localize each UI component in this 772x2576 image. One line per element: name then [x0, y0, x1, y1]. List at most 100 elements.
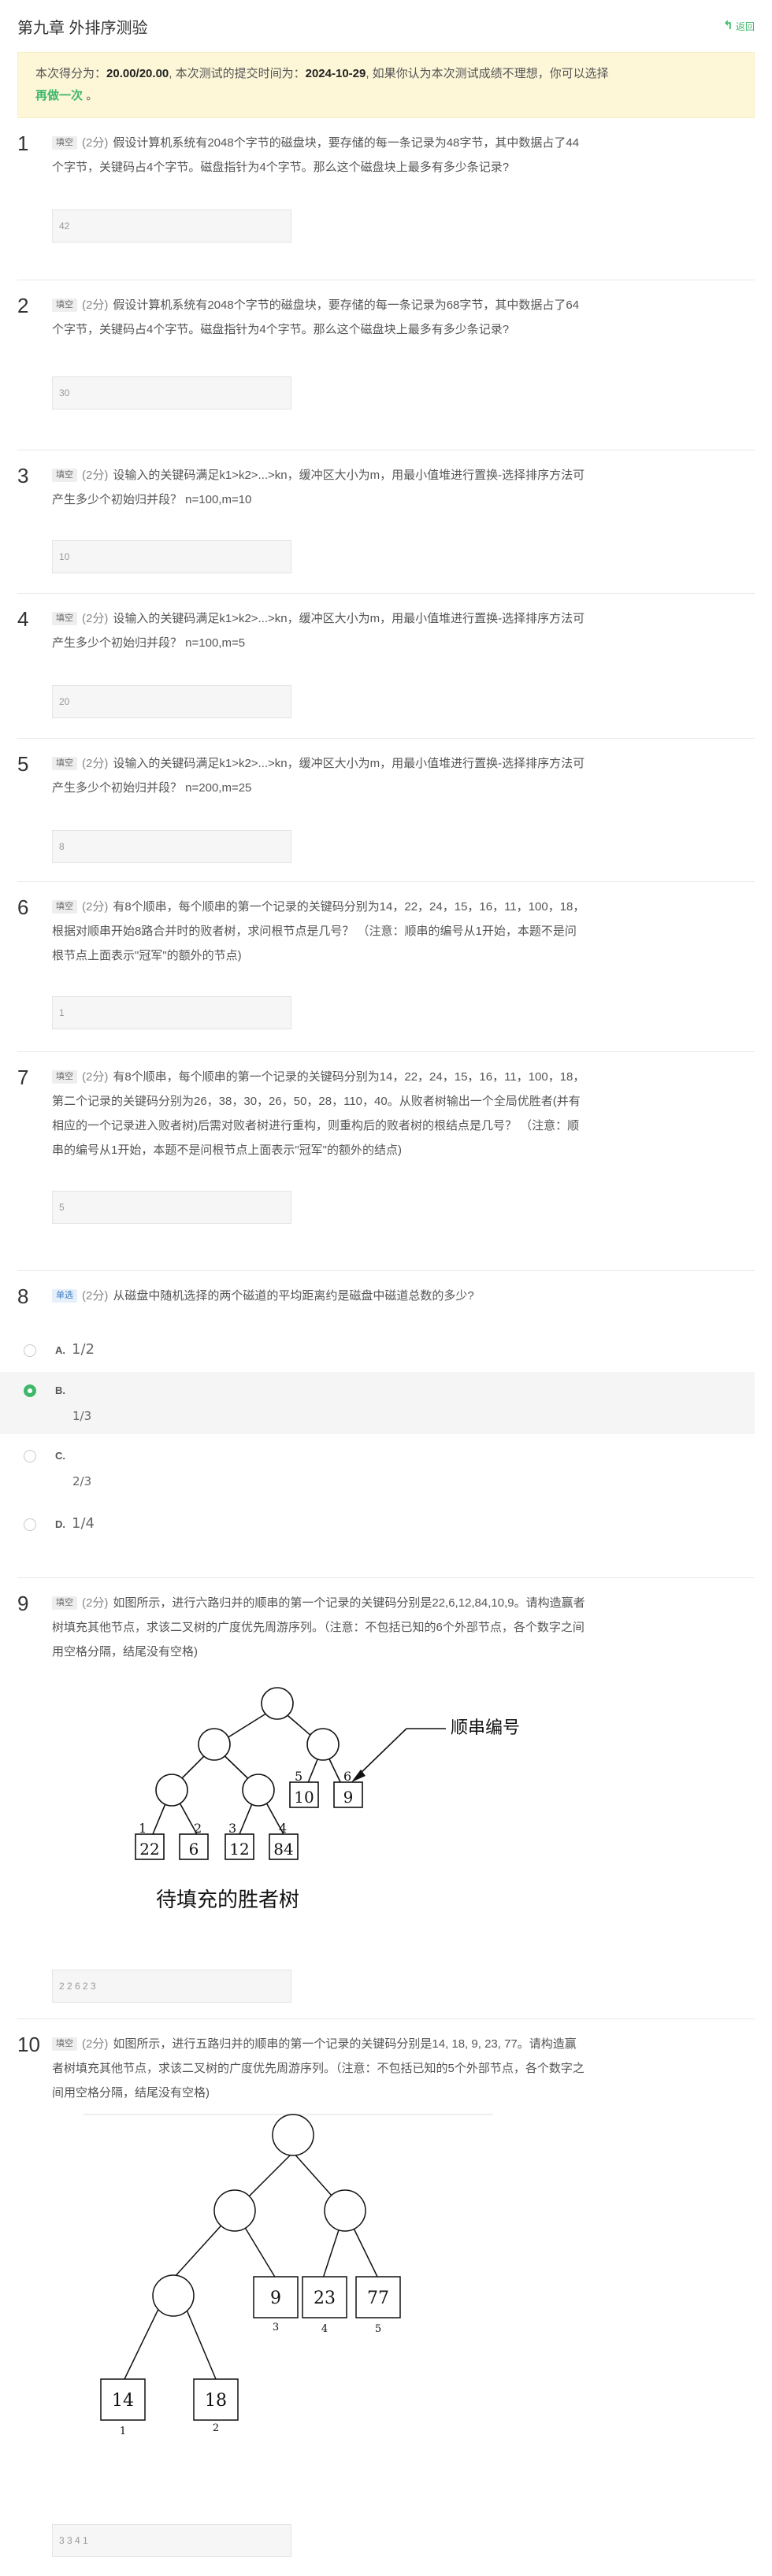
- leaf-label: 2: [213, 2422, 219, 2434]
- question-stem: 假设计算机系统有2048个字节的磁盘块，要存储的每一条记录为68字节，其中数据占…: [52, 298, 580, 336]
- question-text: 填空 (2分) 设输入的关键码满足k1>k2>...>kn，缓冲区大小为m，用最小值…: [52, 751, 588, 800]
- question-text: 填空 (2分) 有8个顺串，每个顺串的第一个记录的关键码分别为14，22，24，15…: [52, 895, 588, 968]
- options-list: A. 1/2 B. 1/3 C. 2/3 D. 1/4: [0, 1332, 755, 1543]
- option-letter: D.: [55, 1518, 65, 1530]
- top-bar: 第九章 外排序测验 ↰ 返回: [17, 0, 755, 52]
- question-stem: 如图所示，进行五路归并的顺串的第一个记录的关键码分别是14, 18, 9, 23…: [52, 2037, 585, 2100]
- question-stem: 设输入的关键码满足k1>k2>...>kn，缓冲区大小为m，用最小值堆进行置换-…: [52, 469, 585, 506]
- question-type-tag: 填空: [52, 900, 77, 914]
- leaf-value: 6: [189, 1840, 199, 1859]
- time-prefix: , 本次测试的提交时间为：: [169, 67, 306, 80]
- leaf-value: 22: [139, 1840, 159, 1859]
- leaf-label: 5: [295, 1769, 302, 1784]
- question-type-tag: 填空: [52, 1596, 77, 1610]
- question-item: 6 填空 (2分) 有8个顺串，每个顺串的第一个记录的关键码分别为14，22，24，…: [17, 882, 755, 1052]
- leaf-label: 4: [321, 2323, 328, 2335]
- question-type-tag: 填空: [52, 757, 77, 770]
- leaf-label: 4: [279, 1821, 287, 1836]
- question-type-tag: 填空: [52, 298, 77, 312]
- notice-suffix: , 如果你认为本次测试成绩不理想，你可以选择: [366, 67, 609, 80]
- question-item: 5 填空 (2分) 设输入的关键码满足k1>k2>...>kn，缓冲区大小为m，用最…: [17, 739, 755, 882]
- option-text: 1/3: [72, 1409, 92, 1423]
- question-stem: 设输入的关键码满足k1>k2>...>kn，缓冲区大小为m，用最小值堆进行置换-…: [52, 612, 585, 650]
- leaf-label: 3: [228, 1821, 236, 1836]
- leaf-label: 5: [375, 2323, 381, 2335]
- question-number: 7: [17, 1066, 29, 1089]
- answer-field[interactable]: 5: [52, 1191, 291, 1224]
- score-notice: 本次得分为：20.00/20.00, 本次测试的提交时间为：2024-10-29…: [17, 52, 755, 118]
- back-link[interactable]: ↰ 返回: [723, 20, 755, 33]
- radio-icon[interactable]: [24, 1518, 36, 1531]
- winner-tree-figure: 14 18 9 23 77 1 2 3 4 5: [84, 2111, 755, 2508]
- answer-field[interactable]: 30: [52, 376, 291, 410]
- answer-field[interactable]: 8: [52, 830, 291, 863]
- option-d[interactable]: D. 1/4: [17, 1506, 755, 1543]
- question-type-tag: 填空: [52, 1070, 77, 1084]
- radio-icon[interactable]: [24, 1344, 36, 1357]
- question-points: (2分): [82, 612, 109, 625]
- question-item: 2 填空 (2分) 假设计算机系统有2048个字节的磁盘块，要存储的每一条记录为68…: [17, 280, 755, 450]
- leaf-label: 2: [194, 1821, 202, 1836]
- radio-icon[interactable]: [24, 1450, 36, 1462]
- question-stem: 有8个顺串，每个顺串的第一个记录的关键码分别为14，22，24，15，16，11…: [52, 900, 585, 962]
- question-text: 填空 (2分) 假设计算机系统有2048个字节的磁盘块，要存储的每一条记录为68字节…: [52, 293, 588, 342]
- option-letter: A.: [55, 1344, 65, 1356]
- leaf-label: 1: [120, 2426, 126, 2437]
- question-item: 9 填空 (2分) 如图所示，进行六路归并的顺串的第一个记录的关键码分别是22,6,…: [17, 1578, 755, 2019]
- leaf-label: 1: [139, 1821, 147, 1836]
- question-type-tag: 填空: [52, 469, 77, 482]
- answer-field[interactable]: 20: [52, 685, 291, 718]
- leaf-label: 6: [343, 1769, 351, 1784]
- question-points: (2分): [82, 469, 109, 482]
- redo-link[interactable]: 再做一次: [35, 89, 83, 102]
- question-item: 8 单选 (2分) 从磁盘中随机选择的两个磁道的平均距离约是磁盘中磁道总数的多少? …: [0, 1271, 755, 1578]
- question-number: 8: [17, 1284, 29, 1308]
- leaf-value: 9: [270, 2289, 281, 2308]
- question-points: (2分): [82, 1596, 109, 1610]
- answer-field[interactable]: 42: [52, 209, 291, 243]
- question-number: 6: [17, 895, 29, 919]
- score-value: 20.00/20.00: [106, 67, 169, 80]
- option-b[interactable]: B. 1/3: [0, 1372, 755, 1434]
- question-text: 单选 (2分) 从磁盘中随机选择的两个磁道的平均距离约是磁盘中磁道总数的多少?: [52, 1284, 588, 1308]
- question-points: (2分): [82, 298, 109, 312]
- tree-diagram: 22 6 12 84 10 9 1 2 3 4 5 6 顺串编号 待填充的胜者树: [135, 1687, 520, 1912]
- option-c[interactable]: C. 2/3: [17, 1437, 755, 1499]
- question-points: (2分): [82, 1070, 109, 1084]
- leaf-label: 3: [273, 2322, 279, 2333]
- leaf-value: 10: [294, 1788, 314, 1807]
- radio-checked-icon[interactable]: [24, 1384, 36, 1397]
- question-text: 填空 (2分) 设输入的关键码满足k1>k2>...>kn，缓冲区大小为m，用最小值…: [52, 463, 588, 512]
- question-item: 3 填空 (2分) 设输入的关键码满足k1>k2>...>kn，缓冲区大小为m，用最…: [17, 450, 755, 594]
- option-a[interactable]: A. 1/2: [17, 1332, 755, 1369]
- leaf-value: 77: [367, 2289, 389, 2308]
- submit-time: 2024-10-29: [305, 67, 366, 80]
- option-letter: B.: [55, 1384, 65, 1396]
- option-text: 1/2: [72, 1341, 95, 1358]
- question-item: 10 填空 (2分) 如图所示，进行五路归并的顺串的第一个记录的关键码分别是14, …: [17, 2019, 755, 2557]
- score-prefix: 本次得分为：: [35, 67, 107, 80]
- question-type-tag: 单选: [52, 1289, 77, 1303]
- question-number: 3: [17, 464, 29, 487]
- question-item: 1 填空 (2分) 假设计算机系统有2048个字节的磁盘块，要存储的每一条记录为48…: [17, 118, 755, 280]
- leaf-value: 84: [273, 1840, 293, 1859]
- question-stem: 有8个顺串，每个顺串的第一个记录的关键码分别为14，22，24，15，16，11…: [52, 1070, 585, 1157]
- answer-field[interactable]: 1: [52, 996, 291, 1029]
- answer-field[interactable]: 10: [52, 540, 291, 573]
- quiz-page: 第九章 外排序测验 ↰ 返回 本次得分为：20.00/20.00, 本次测试的提…: [0, 0, 772, 2576]
- back-arrow-icon: ↰: [722, 19, 733, 32]
- question-text: 填空 (2分) 如图所示，进行五路归并的顺串的第一个记录的关键码分别是14, 18,…: [52, 2032, 588, 2105]
- leaf-value: 9: [343, 1788, 354, 1807]
- leaf-value: 23: [314, 2289, 336, 2308]
- question-number: 2: [17, 294, 29, 317]
- question-type-tag: 填空: [52, 612, 77, 625]
- question-number: 5: [17, 752, 29, 776]
- leaf-value: 14: [112, 2391, 134, 2411]
- answer-field[interactable]: 2 2 6 2 3: [52, 1970, 291, 2003]
- question-number: 9: [17, 1592, 29, 1615]
- leaf-value: 12: [229, 1840, 249, 1859]
- option-letter: C.: [55, 1450, 65, 1462]
- answer-field[interactable]: 3 3 4 1: [52, 2524, 291, 2557]
- page-title: 第九章 外排序测验: [17, 19, 148, 37]
- question-points: (2分): [82, 2037, 109, 2051]
